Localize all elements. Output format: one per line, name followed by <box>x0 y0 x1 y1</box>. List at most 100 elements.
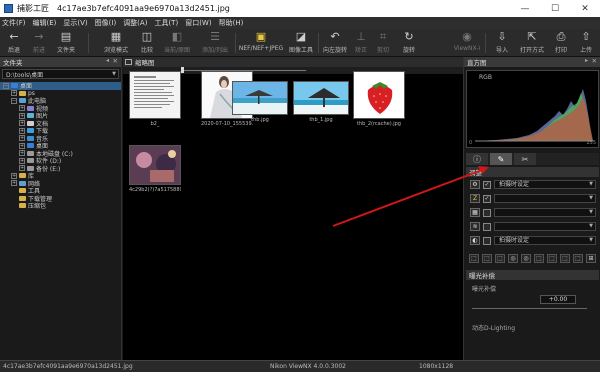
menu-window[interactable]: 窗口(W) <box>185 18 211 28</box>
thumbnail-image <box>353 71 405 119</box>
tree-node[interactable]: + 视频 <box>0 105 121 113</box>
back-button[interactable]: ← 后退 <box>3 30 25 56</box>
tree-node[interactable]: + 软件 (D:) <box>0 157 121 165</box>
exposure-slider[interactable] <box>472 308 587 309</box>
edit-tab-icon[interactable]: ✎ <box>490 153 512 165</box>
tool-icon[interactable]: ◎ <box>508 254 518 263</box>
thumbnail-item[interactable]: thb_1.jpg <box>293 81 349 123</box>
thumbnail-item[interactable]: 4c29b2(?)7a51758899*82.jpg <box>129 145 181 193</box>
adjust-checkbox[interactable] <box>483 222 491 231</box>
browser-mode-button[interactable]: ▦ 浏览模式 <box>100 30 132 56</box>
adjust-dropdown[interactable]: ▼ <box>494 222 596 231</box>
before-after-button[interactable]: ◧ 当前/原图 <box>160 30 194 56</box>
retouch-tab-icon[interactable]: ✂ <box>514 153 536 165</box>
menu-view[interactable]: 显示(V) <box>63 18 87 28</box>
straighten-button[interactable]: ⊥ 矫正 <box>352 30 370 56</box>
preset-checkbox[interactable]: ✓ <box>483 180 491 189</box>
tree-node[interactable]: 工具 <box>0 187 121 195</box>
expand-icon[interactable]: + <box>11 90 17 97</box>
folder-path-dropdown[interactable]: D:\tools\桌面 ▼ <box>2 69 119 79</box>
expand-icon[interactable]: + <box>19 157 25 164</box>
preset-dropdown[interactable]: 拍摄时设定 ▼ <box>494 180 596 189</box>
tool-icon[interactable]: ⬚ <box>469 254 479 263</box>
expand-icon[interactable]: + <box>19 105 25 112</box>
forward-button[interactable]: → 前进 <box>28 30 50 56</box>
rotate-button[interactable]: ↻ 旋转 <box>398 30 420 56</box>
thumbnail-item[interactable]: b2_ <box>129 71 181 127</box>
adjust-checkbox[interactable] <box>483 236 491 245</box>
tree-node[interactable]: + 库 <box>0 172 121 180</box>
close-button[interactable]: ✕ <box>570 0 600 17</box>
image-tools-icon: ◪ <box>295 30 307 43</box>
tree-node[interactable]: + 网络 <box>0 180 121 188</box>
menu-tools[interactable]: 工具(T) <box>154 18 178 28</box>
menu-adjust[interactable]: 调整(A) <box>123 18 147 28</box>
import-button[interactable]: ⇩ 导入 <box>492 30 512 56</box>
expand-icon[interactable]: + <box>19 135 25 142</box>
adjust-checkbox[interactable] <box>483 208 491 217</box>
print-button[interactable]: ⎙ 打印 <box>551 30 571 56</box>
tree-node[interactable]: + 下载 <box>0 127 121 135</box>
collapse-icon[interactable]: − <box>3 82 9 89</box>
menu-file[interactable]: 文件(F) <box>2 18 26 28</box>
open-with-icon: ⇱ <box>527 30 537 43</box>
open-with-button[interactable]: ⇱ 打开方式 <box>517 30 547 56</box>
tool-icon[interactable]: ⬚ <box>560 254 570 263</box>
expand-icon[interactable]: + <box>19 142 25 149</box>
close-icon[interactable]: ✕ <box>592 57 597 65</box>
tool-icon[interactable]: ◎ <box>521 254 531 263</box>
folders-button[interactable]: ▤ 文件夹 <box>53 30 79 56</box>
tool-icon[interactable]: ⬚ <box>534 254 544 263</box>
tree-node[interactable]: − 此电脑 <box>0 97 121 105</box>
tree-node[interactable]: − 桌面 <box>0 82 121 90</box>
rotate-left-button[interactable]: ↶ 向左旋转 <box>320 30 350 56</box>
menu-bar: 文件(F) 编辑(E) 显示(V) 图像(I) 调整(A) 工具(T) 窗口(W… <box>0 17 600 29</box>
tab-thumbnails[interactable]: 缩略图 <box>125 57 155 67</box>
adjust-checkbox[interactable]: ✓ <box>483 194 491 203</box>
tree-node[interactable]: + 音乐 <box>0 135 121 143</box>
expand-icon[interactable]: + <box>19 165 25 172</box>
expand-icon[interactable]: + <box>19 112 25 119</box>
expand-icon[interactable]: + <box>11 172 17 179</box>
tree-node[interactable]: 下载管理 <box>0 195 121 203</box>
viewnx-button[interactable]: ◉ ViewNX-i <box>452 30 482 56</box>
pin-icon[interactable]: ▸ <box>585 57 588 64</box>
folder-icon <box>19 180 26 186</box>
tool-icon[interactable]: ⬚ <box>573 254 583 263</box>
menu-image[interactable]: 图像(I) <box>95 18 117 28</box>
pin-icon[interactable]: ◂ <box>106 57 109 64</box>
slider-knob[interactable] <box>181 67 184 73</box>
expand-icon[interactable]: + <box>11 180 17 187</box>
expand-icon[interactable]: + <box>19 127 25 134</box>
tree-node[interactable]: + 图片 <box>0 112 121 120</box>
info-tab-icon[interactable]: ⓘ <box>466 153 488 165</box>
tool-icon[interactable]: ⊞ <box>586 254 596 263</box>
compare-button[interactable]: ◫ 比较 <box>136 30 158 56</box>
expand-icon[interactable]: + <box>19 150 25 157</box>
nef-jpeg-button[interactable]: ▣ NEF/NEF+JPEG <box>238 30 284 56</box>
maximize-button[interactable]: ☐ <box>540 0 570 17</box>
tree-node[interactable]: + 文档 <box>0 120 121 128</box>
minimize-button[interactable]: — <box>510 0 540 17</box>
close-icon[interactable]: ✕ <box>113 57 118 65</box>
tool-icon[interactable]: ⬚ <box>482 254 492 263</box>
collapse-icon[interactable]: − <box>11 97 17 104</box>
tree-node[interactable]: 压缩包 <box>0 202 121 210</box>
expand-icon[interactable]: + <box>19 120 25 127</box>
exposure-value-field[interactable]: +0.00 <box>540 295 576 304</box>
adjust-dropdown[interactable]: 拍摄时设定 ▼ <box>494 236 596 245</box>
upload-button[interactable]: ⇧ 上传 <box>576 30 596 56</box>
tool-icon[interactable]: ⬚ <box>495 254 505 263</box>
add-list-button[interactable]: ☰ 添加/列出 <box>198 30 232 56</box>
menu-help[interactable]: 帮助(H) <box>219 18 244 28</box>
thumbnail-item[interactable]: thb_2(rcache).jpg <box>353 71 405 127</box>
tool-icon[interactable]: ⬚ <box>547 254 557 263</box>
thumbnail-item[interactable]: thb.jpg <box>232 81 288 123</box>
adjust-dropdown[interactable]: ▼ <box>494 194 596 203</box>
tree-node[interactable]: + ps <box>0 90 121 98</box>
menu-edit[interactable]: 编辑(E) <box>33 18 57 28</box>
tree-node[interactable]: + 备份 (E:) <box>0 165 121 173</box>
adjust-dropdown[interactable]: ▼ <box>494 208 596 217</box>
edit-tools-button[interactable]: ◪ 图像工具 <box>286 30 316 56</box>
crop-button[interactable]: ⌗ 剪切 <box>374 30 392 56</box>
